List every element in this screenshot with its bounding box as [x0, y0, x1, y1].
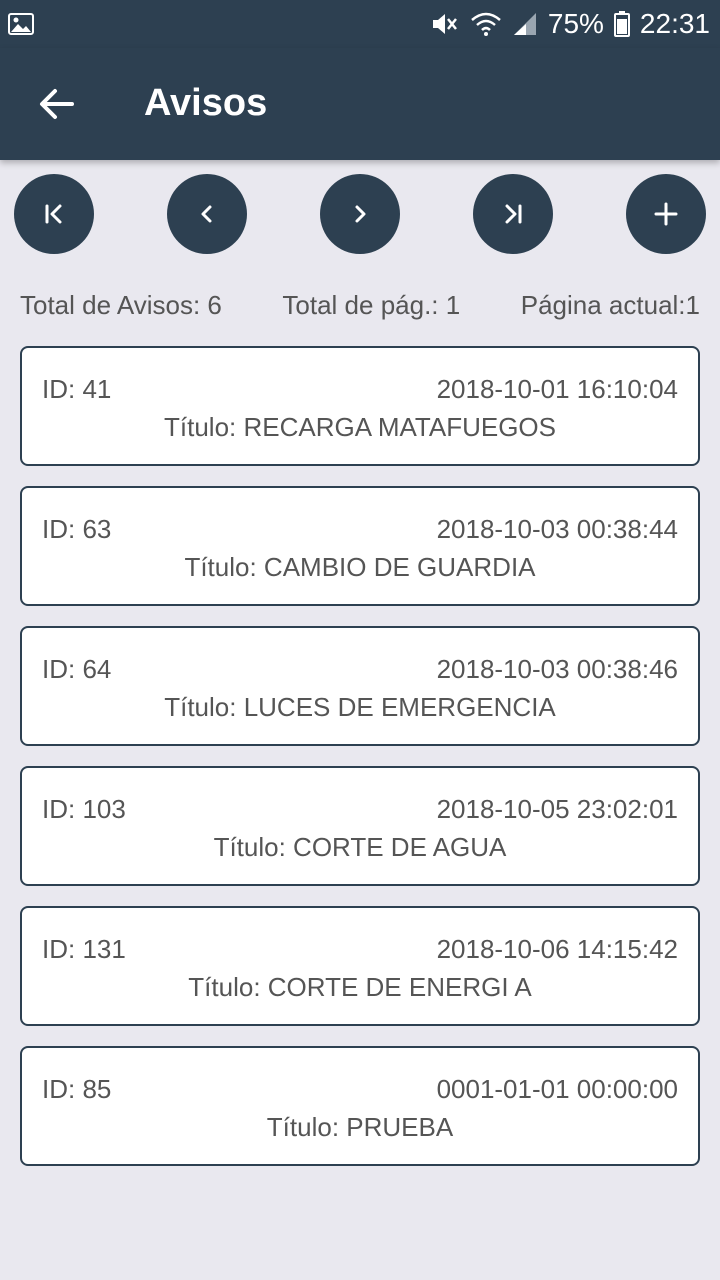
- page-title: Avisos: [144, 82, 268, 124]
- aviso-id: ID: 63: [42, 514, 112, 544]
- aviso-card[interactable]: ID: 85 0001-01-01 00:00:00 Título: PRUEB…: [20, 1046, 700, 1166]
- plus-icon: [654, 202, 678, 226]
- total-avisos: Total de Avisos: 6: [20, 290, 222, 320]
- aviso-title: Título: LUCES DE EMERGENCIA: [164, 692, 556, 722]
- previous-page-button[interactable]: [167, 174, 247, 254]
- aviso-date: 2018-10-05 23:02:01: [436, 794, 678, 824]
- arrow-left-icon: [40, 89, 74, 119]
- last-page-button[interactable]: [473, 174, 553, 254]
- avisos-list: ID: 41 2018-10-01 16:10:04 Título: RECAR…: [20, 346, 700, 1186]
- aviso-card[interactable]: ID: 41 2018-10-01 16:10:04 Título: RECAR…: [20, 346, 700, 466]
- aviso-date: 0001-01-01 00:00:00: [436, 1074, 678, 1104]
- aviso-title: Título: CORTE DE ENERGI A: [188, 972, 532, 1002]
- aviso-card[interactable]: ID: 64 2018-10-03 00:38:46 Título: LUCES…: [20, 626, 700, 746]
- next-page-button[interactable]: [320, 174, 400, 254]
- aviso-id: ID: 103: [42, 794, 126, 824]
- aviso-card[interactable]: ID: 63 2018-10-03 00:38:44 Título: CAMBI…: [20, 486, 700, 606]
- app-bar: Avisos: [0, 48, 720, 160]
- current-page: Página actual:1: [520, 290, 700, 320]
- first-page-button[interactable]: [14, 174, 94, 254]
- signal-icon: [512, 11, 538, 37]
- add-button[interactable]: [626, 174, 706, 254]
- clock: 22:31: [639, 8, 710, 39]
- aviso-date: 2018-10-01 16:10:04: [436, 374, 678, 404]
- aviso-title: Título: PRUEBA: [266, 1112, 454, 1142]
- image-icon: [8, 13, 34, 35]
- aviso-title: Título: CORTE DE AGUA: [213, 832, 507, 862]
- aviso-date: 2018-10-03 00:38:44: [436, 514, 678, 544]
- aviso-id: ID: 41: [42, 374, 112, 404]
- aviso-title: Título: CAMBIO DE GUARDIA: [184, 552, 536, 582]
- total-pages: Total de pág.: 1: [282, 290, 461, 320]
- aviso-card[interactable]: ID: 131 2018-10-06 14:15:42 Título: CORT…: [20, 906, 700, 1026]
- mute-icon: [430, 11, 460, 37]
- battery-percent: 75%: [547, 8, 604, 39]
- battery-icon: [613, 11, 630, 37]
- aviso-id: ID: 64: [42, 654, 112, 684]
- back-button[interactable]: [26, 76, 86, 132]
- first-page-icon: [45, 204, 62, 224]
- last-page-icon: [505, 204, 522, 224]
- wifi-icon: [470, 11, 502, 37]
- aviso-date: 2018-10-06 14:15:42: [436, 934, 678, 964]
- aviso-id: ID: 131: [42, 934, 126, 964]
- aviso-card[interactable]: ID: 103 2018-10-05 23:02:01 Título: CORT…: [20, 766, 700, 886]
- aviso-title: Título: RECARGA MATAFUEGOS: [164, 412, 556, 442]
- status-bar: 75% 22:31: [0, 0, 720, 48]
- chevron-right-icon: [355, 205, 366, 223]
- aviso-date: 2018-10-03 00:38:46: [436, 654, 678, 684]
- summary-row: Total de Avisos: 6 Total de pág.: 1 Pági…: [20, 290, 700, 326]
- aviso-id: ID: 85: [42, 1074, 112, 1104]
- chevron-left-icon: [201, 205, 212, 223]
- pagination-controls: [14, 174, 706, 254]
